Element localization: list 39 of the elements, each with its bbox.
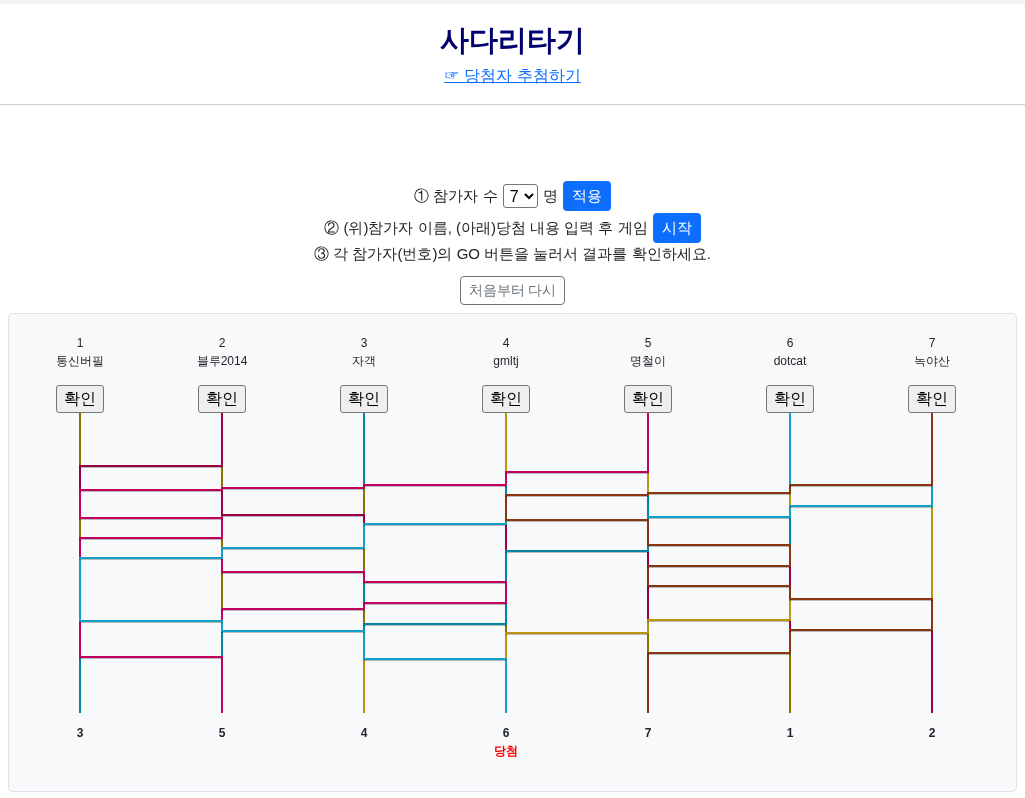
confirm-button[interactable]: 확인: [340, 385, 388, 413]
reset-button[interactable]: 처음부터 다시: [459, 276, 566, 305]
participant-name: 명철이: [630, 353, 666, 370]
result-label: 6: [502, 725, 510, 742]
participant-number: 6: [786, 335, 794, 352]
confirm-button[interactable]: 확인: [198, 385, 246, 413]
instruction-text: ③ 각 참가자(번호)의 GO 버튼을 눌러서 결과를 확인하세요.: [314, 244, 711, 264]
step-label: ② (위)참가자 이름, (아래)당첨 내용 입력 후 게임: [324, 218, 648, 238]
participant-name: 블루2014: [196, 353, 248, 370]
result-label: 4: [360, 725, 368, 742]
start-button[interactable]: 시작: [652, 213, 701, 243]
draw-winner-link[interactable]: ☞ 당첨자 추첨하기: [444, 64, 581, 88]
participant-name: 자객: [352, 353, 376, 370]
participant-name: 통신버필: [56, 353, 104, 370]
step-label: ① 참가자 수: [414, 186, 498, 206]
participant-number: 1: [76, 335, 84, 352]
page-title: 사다리타기: [440, 23, 585, 58]
confirm-button[interactable]: 확인: [56, 385, 104, 413]
unit-label: 명: [542, 186, 558, 206]
participant-number: 2: [218, 335, 226, 352]
result-label: 7: [644, 725, 652, 742]
prize-label: 당첨: [494, 743, 518, 760]
confirm-button[interactable]: 확인: [624, 385, 672, 413]
participant-number: 3: [360, 335, 368, 352]
result-label: 3: [76, 725, 84, 742]
result-label: 1: [786, 725, 794, 742]
confirm-button[interactable]: 확인: [766, 385, 814, 413]
result-label: 5: [218, 725, 226, 742]
apply-button[interactable]: 적용: [562, 181, 611, 211]
participant-number: 5: [644, 335, 652, 352]
confirm-button[interactable]: 확인: [482, 385, 530, 413]
participant-name: dotcat: [773, 353, 807, 370]
participant-number: 4: [502, 335, 510, 352]
confirm-button[interactable]: 확인: [908, 385, 956, 413]
count-select[interactable]: 7: [502, 184, 538, 208]
participant-number: 7: [928, 335, 936, 352]
result-label: 2: [928, 725, 936, 742]
participant-name: gmltj: [493, 353, 519, 370]
participant-name: 녹야산: [914, 353, 950, 370]
